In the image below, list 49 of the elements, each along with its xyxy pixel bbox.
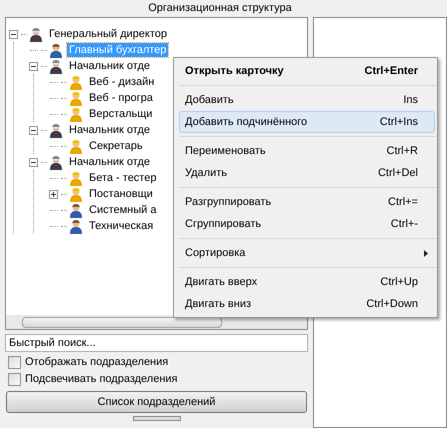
menu-item[interactable]: Удалить Ctrl+Del bbox=[179, 162, 435, 184]
manager-icon bbox=[29, 26, 43, 42]
tree-item[interactable]: Веб - дизайн bbox=[87, 75, 156, 89]
tree-item[interactable]: Веб - програ bbox=[87, 91, 155, 105]
worker-icon bbox=[69, 170, 83, 186]
tree-item[interactable]: Бета - тестер bbox=[87, 171, 158, 185]
tree-item[interactable]: Техническая bbox=[87, 219, 156, 233]
manager-icon bbox=[49, 122, 63, 138]
worker-icon bbox=[69, 90, 83, 106]
person-icon bbox=[69, 202, 83, 218]
menu-item[interactable]: Открыть карточку Ctrl+Enter bbox=[179, 60, 435, 82]
department-list-button[interactable]: Список подразделений bbox=[6, 391, 307, 413]
person-icon bbox=[49, 42, 63, 58]
person-icon bbox=[69, 218, 83, 234]
tree-item[interactable]: Начальник отде bbox=[67, 59, 152, 73]
tree-item[interactable]: Начальник отде bbox=[67, 123, 152, 137]
checkbox-label: Подсвечивать подразделения bbox=[25, 372, 178, 388]
menu-item[interactable]: Разгруппировать Ctrl+= bbox=[179, 191, 435, 213]
collapse-toggle[interactable] bbox=[29, 126, 38, 134]
tree-item[interactable]: Системный а bbox=[87, 203, 158, 217]
window-title: Организационная структура bbox=[148, 2, 292, 14]
expand-toggle[interactable] bbox=[49, 190, 58, 198]
worker-icon bbox=[69, 186, 83, 202]
tree-item[interactable]: Постановщи bbox=[87, 187, 155, 201]
menu-item[interactable]: Добавить подчинённого Ctrl+Ins bbox=[179, 111, 435, 133]
worker-icon bbox=[69, 138, 83, 154]
checkbox[interactable] bbox=[8, 373, 21, 386]
checkbox-label: Отображать подразделения bbox=[25, 355, 168, 370]
collapse-toggle[interactable] bbox=[29, 62, 38, 70]
checkbox[interactable] bbox=[8, 356, 21, 369]
search-field[interactable]: Быстрый поиск... bbox=[6, 335, 307, 351]
manager-icon bbox=[49, 154, 63, 170]
splitter-grip[interactable] bbox=[132, 416, 180, 421]
collapse-toggle[interactable] bbox=[29, 158, 38, 166]
menu-item[interactable]: Двигать вниз Ctrl+Down bbox=[179, 293, 435, 315]
horizontal-scrollbar[interactable] bbox=[6, 315, 307, 329]
collapse-toggle[interactable] bbox=[9, 30, 18, 38]
worker-icon bbox=[69, 74, 83, 90]
menu-item[interactable]: Сортировка bbox=[179, 242, 435, 264]
tree-item[interactable]: Верстальщи bbox=[87, 107, 154, 121]
tree-item[interactable]: Начальник отде bbox=[67, 155, 152, 169]
menu-item[interactable]: Сгруппировать Ctrl+- bbox=[179, 213, 435, 235]
manager-icon bbox=[49, 58, 63, 74]
tree-item[interactable]: Секретарь bbox=[87, 139, 145, 153]
tree-item[interactable]: Генеральный директор bbox=[47, 27, 169, 41]
menu-item[interactable]: Переименовать Ctrl+R bbox=[179, 140, 435, 162]
menu-item[interactable]: Двигать вверх Ctrl+Up bbox=[179, 271, 435, 293]
worker-icon bbox=[69, 106, 83, 122]
menu-item[interactable]: Добавить Ins bbox=[179, 89, 435, 111]
